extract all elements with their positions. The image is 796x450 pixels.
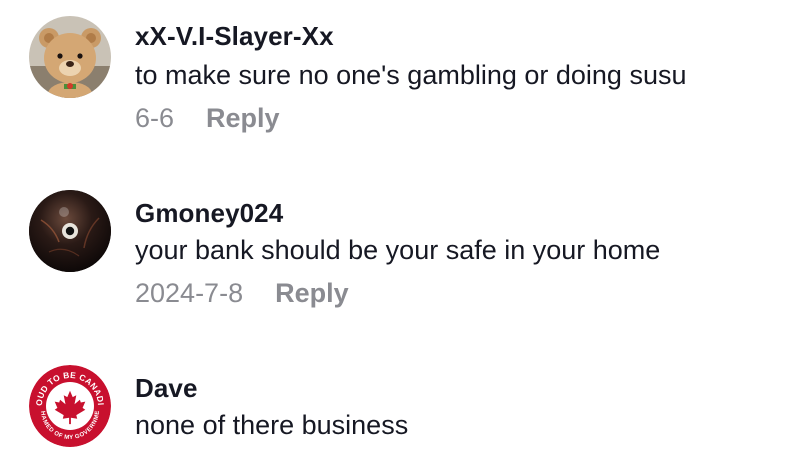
canadian-badge-avatar-icon[interactable]: PROUD TO BE CANADIAN ASHAMED OF MY GOVER…	[29, 365, 111, 447]
comment-username[interactable]: Gmoney024	[135, 198, 283, 229]
comment-meta: 6-6 Reply	[135, 103, 280, 134]
comment-text: your bank should be your safe in your ho…	[135, 235, 661, 265]
comment-text: none of there business	[135, 410, 409, 440]
comment-text: to make sure no one's gambling or doing …	[135, 60, 687, 90]
comment-username[interactable]: Dave	[135, 373, 198, 404]
comment-meta: 2024-7-8 Reply	[135, 278, 349, 309]
reply-button[interactable]: Reply	[275, 278, 349, 309]
teddy-bear-avatar-icon[interactable]	[29, 16, 111, 98]
comment-username[interactable]: xX-V.I-Slayer-Xx	[135, 21, 334, 52]
reply-button[interactable]: Reply	[206, 103, 280, 134]
comment-date: 6-6	[135, 103, 175, 133]
comment-date: 2024-7-8	[135, 278, 244, 308]
eight-ball-avatar-icon[interactable]	[29, 190, 111, 272]
